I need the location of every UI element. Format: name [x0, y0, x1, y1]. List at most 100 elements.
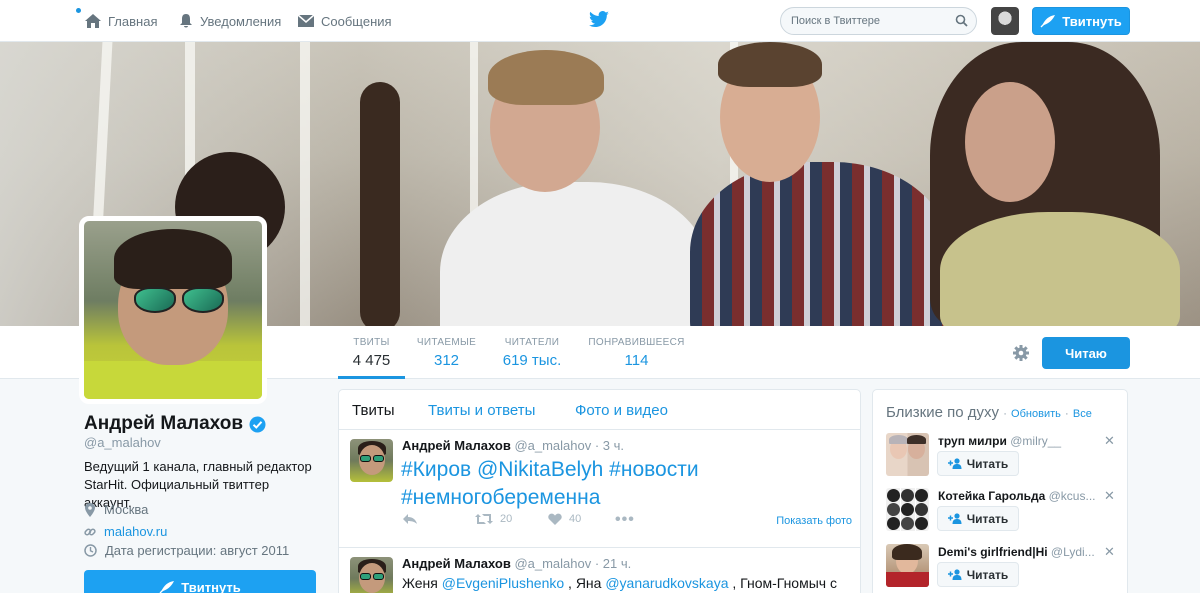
nav-home[interactable]: Главная — [84, 0, 157, 42]
profile-name[interactable]: Андрей Малахов — [84, 413, 266, 435]
link-icon — [84, 528, 96, 535]
suggestion-item: Котейка Гарольда @kcus... ✕ Читать — [873, 488, 1127, 538]
stat-followers[interactable]: ЧИТАТЕЛИ 619 тыс. — [496, 326, 568, 379]
tab-tweets-and-replies[interactable]: Твиты и ответы — [428, 402, 535, 419]
twitter-bird-icon[interactable] — [588, 11, 610, 34]
add-user-icon — [947, 569, 962, 580]
tweet-text-part: Женя — [402, 575, 442, 591]
nav-home-label: Главная — [108, 13, 158, 29]
profile-avatar[interactable] — [79, 216, 267, 404]
more-options-icon[interactable]: ••• — [615, 511, 635, 529]
tweet-actions: 20 40 ••• Показать фото — [402, 511, 852, 531]
show-photo-link[interactable]: Показать фото — [776, 515, 852, 527]
tweet-author-handle[interactable]: @a_malahov — [514, 438, 591, 453]
retweet-icon — [475, 514, 493, 524]
join-date-text: Дата регистрации: август 2011 — [105, 543, 290, 558]
compose-tweet-label: Твитнуть — [1062, 13, 1122, 29]
reply-icon — [403, 514, 417, 524]
tweet-header: Андрей Малахов @a_malahov · 21 ч. — [402, 556, 631, 571]
stat-value: 312 — [433, 352, 460, 369]
refresh-link[interactable]: Обновить — [1011, 408, 1061, 420]
tweet-to-button[interactable]: Твитнуть — [84, 570, 316, 593]
tweet-text[interactable]: #Киров @NikitaBelyh #новости #немногобер… — [401, 456, 851, 512]
tweet-author-name[interactable]: Андрей Малахов — [402, 556, 511, 571]
view-all-link[interactable]: Все — [1073, 408, 1092, 420]
suggestion-avatar[interactable] — [886, 544, 929, 587]
stat-value: 619 тыс. — [502, 352, 562, 369]
tab-tweets[interactable]: Твиты — [352, 402, 395, 419]
retweet-button[interactable]: 20 — [475, 513, 512, 525]
tweet-timestamp[interactable]: · 3 ч. — [595, 438, 624, 453]
suggestion-name[interactable]: труп милри @milry__ — [938, 434, 1098, 448]
mention-link[interactable]: @EvgeniPlushenko — [442, 575, 564, 591]
profile-website[interactable]: malahov.ru — [84, 524, 167, 539]
location-pin-icon — [85, 502, 95, 517]
tweet-avatar[interactable] — [350, 557, 393, 593]
tab-photos-videos[interactable]: Фото и видео — [575, 402, 668, 419]
gear-icon[interactable] — [1012, 344, 1030, 362]
follow-button[interactable]: Читать — [937, 451, 1019, 476]
following-button[interactable]: Читаю — [1042, 337, 1130, 369]
profile-location: Москва — [84, 502, 148, 517]
calendar-icon — [84, 544, 97, 557]
suggestion-avatar[interactable] — [886, 433, 929, 476]
account-avatar[interactable] — [991, 7, 1019, 35]
who-to-follow-title: Близкие по духу — [886, 404, 1000, 421]
suggestion-item: Demi's girlfriend|Hi @Lydi... ✕ Читать — [873, 544, 1127, 593]
stat-likes[interactable]: ПОНРАВИВШЕЕСЯ 114 — [588, 326, 685, 379]
tweet-avatar[interactable] — [350, 439, 393, 482]
nav-notifications-label: Уведомления — [200, 13, 282, 29]
tweet-author-name[interactable]: Андрей Малахов — [402, 438, 511, 453]
search-box[interactable] — [780, 7, 977, 35]
new-content-dot — [76, 8, 81, 13]
tweet-to-label: Твитнуть — [181, 579, 241, 593]
stat-label: ТВИТЫ — [353, 337, 390, 348]
dismiss-icon[interactable]: ✕ — [1104, 488, 1115, 504]
suggestion-handle: @kcus... — [1048, 489, 1096, 503]
profile-handle[interactable]: @a_malahov — [84, 435, 161, 450]
quill-icon — [159, 581, 175, 593]
suggestion-handle: @milry__ — [1010, 434, 1062, 448]
dismiss-icon[interactable]: ✕ — [1104, 433, 1115, 449]
suggestion-display-name: Котейка Гарольда — [938, 489, 1046, 503]
stat-label: ПОНРАВИВШЕЕСЯ — [588, 337, 685, 348]
tweet-text[interactable]: Женя @EvgeniPlushenko , Яна @yanarudkovs… — [402, 574, 852, 593]
stat-following[interactable]: ЧИТАЕМЫЕ 312 — [414, 326, 479, 379]
tweet-header: Андрей Малахов @a_malahov · 3 ч. — [402, 438, 624, 453]
suggestion-avatar[interactable] — [886, 488, 929, 531]
stat-label: ЧИТАЕМЫЕ — [416, 337, 477, 348]
website-link[interactable]: malahov.ru — [104, 524, 167, 539]
follow-label: Читать — [966, 567, 1009, 582]
like-button[interactable]: 40 — [548, 513, 581, 525]
suggestion-display-name: труп милри — [938, 434, 1007, 448]
separator: · — [1003, 408, 1007, 420]
compose-tweet-button[interactable]: Твитнуть — [1032, 7, 1130, 35]
stat-tweets[interactable]: ТВИТЫ 4 475 — [338, 326, 405, 379]
quill-icon — [1040, 15, 1056, 28]
top-navigation-bar: Главная Уведомления Сообщения Твитнуть — [0, 0, 1200, 42]
suggestion-name[interactable]: Demi's girlfriend|Hi @Lydi... — [938, 545, 1098, 559]
add-user-icon — [947, 513, 962, 524]
bell-icon — [180, 14, 192, 28]
tweet-item[interactable]: Андрей Малахов @a_malahov · 3 ч. #Киров … — [339, 430, 860, 548]
nav-messages[interactable]: Сообщения — [297, 0, 392, 42]
search-input[interactable] — [791, 13, 951, 29]
like-count: 40 — [569, 513, 582, 525]
who-to-follow-panel: Близкие по духу · Обновить · Все труп ми… — [872, 389, 1128, 593]
search-icon[interactable] — [955, 14, 968, 27]
follow-button[interactable]: Читать — [937, 506, 1019, 531]
tweet-timestamp[interactable]: · 21 ч. — [595, 556, 631, 571]
mention-link[interactable]: @yanarudkovskaya — [605, 575, 728, 591]
retweet-count: 20 — [500, 513, 513, 525]
verified-badge-icon — [249, 416, 266, 432]
nav-notifications[interactable]: Уведомления — [178, 0, 281, 42]
tweet-item[interactable]: Андрей Малахов @a_malahov · 21 ч. Женя @… — [339, 548, 860, 593]
dismiss-icon[interactable]: ✕ — [1104, 544, 1115, 560]
separator: · — [1065, 408, 1069, 420]
stat-value: 4 475 — [352, 352, 391, 369]
tweet-author-handle[interactable]: @a_malahov — [514, 556, 591, 571]
follow-button[interactable]: Читать — [937, 562, 1019, 587]
suggestion-name[interactable]: Котейка Гарольда @kcus... — [938, 489, 1098, 503]
tweet-text-part: , Гном-Гномыч с — [728, 575, 837, 591]
reply-button[interactable] — [402, 513, 418, 525]
